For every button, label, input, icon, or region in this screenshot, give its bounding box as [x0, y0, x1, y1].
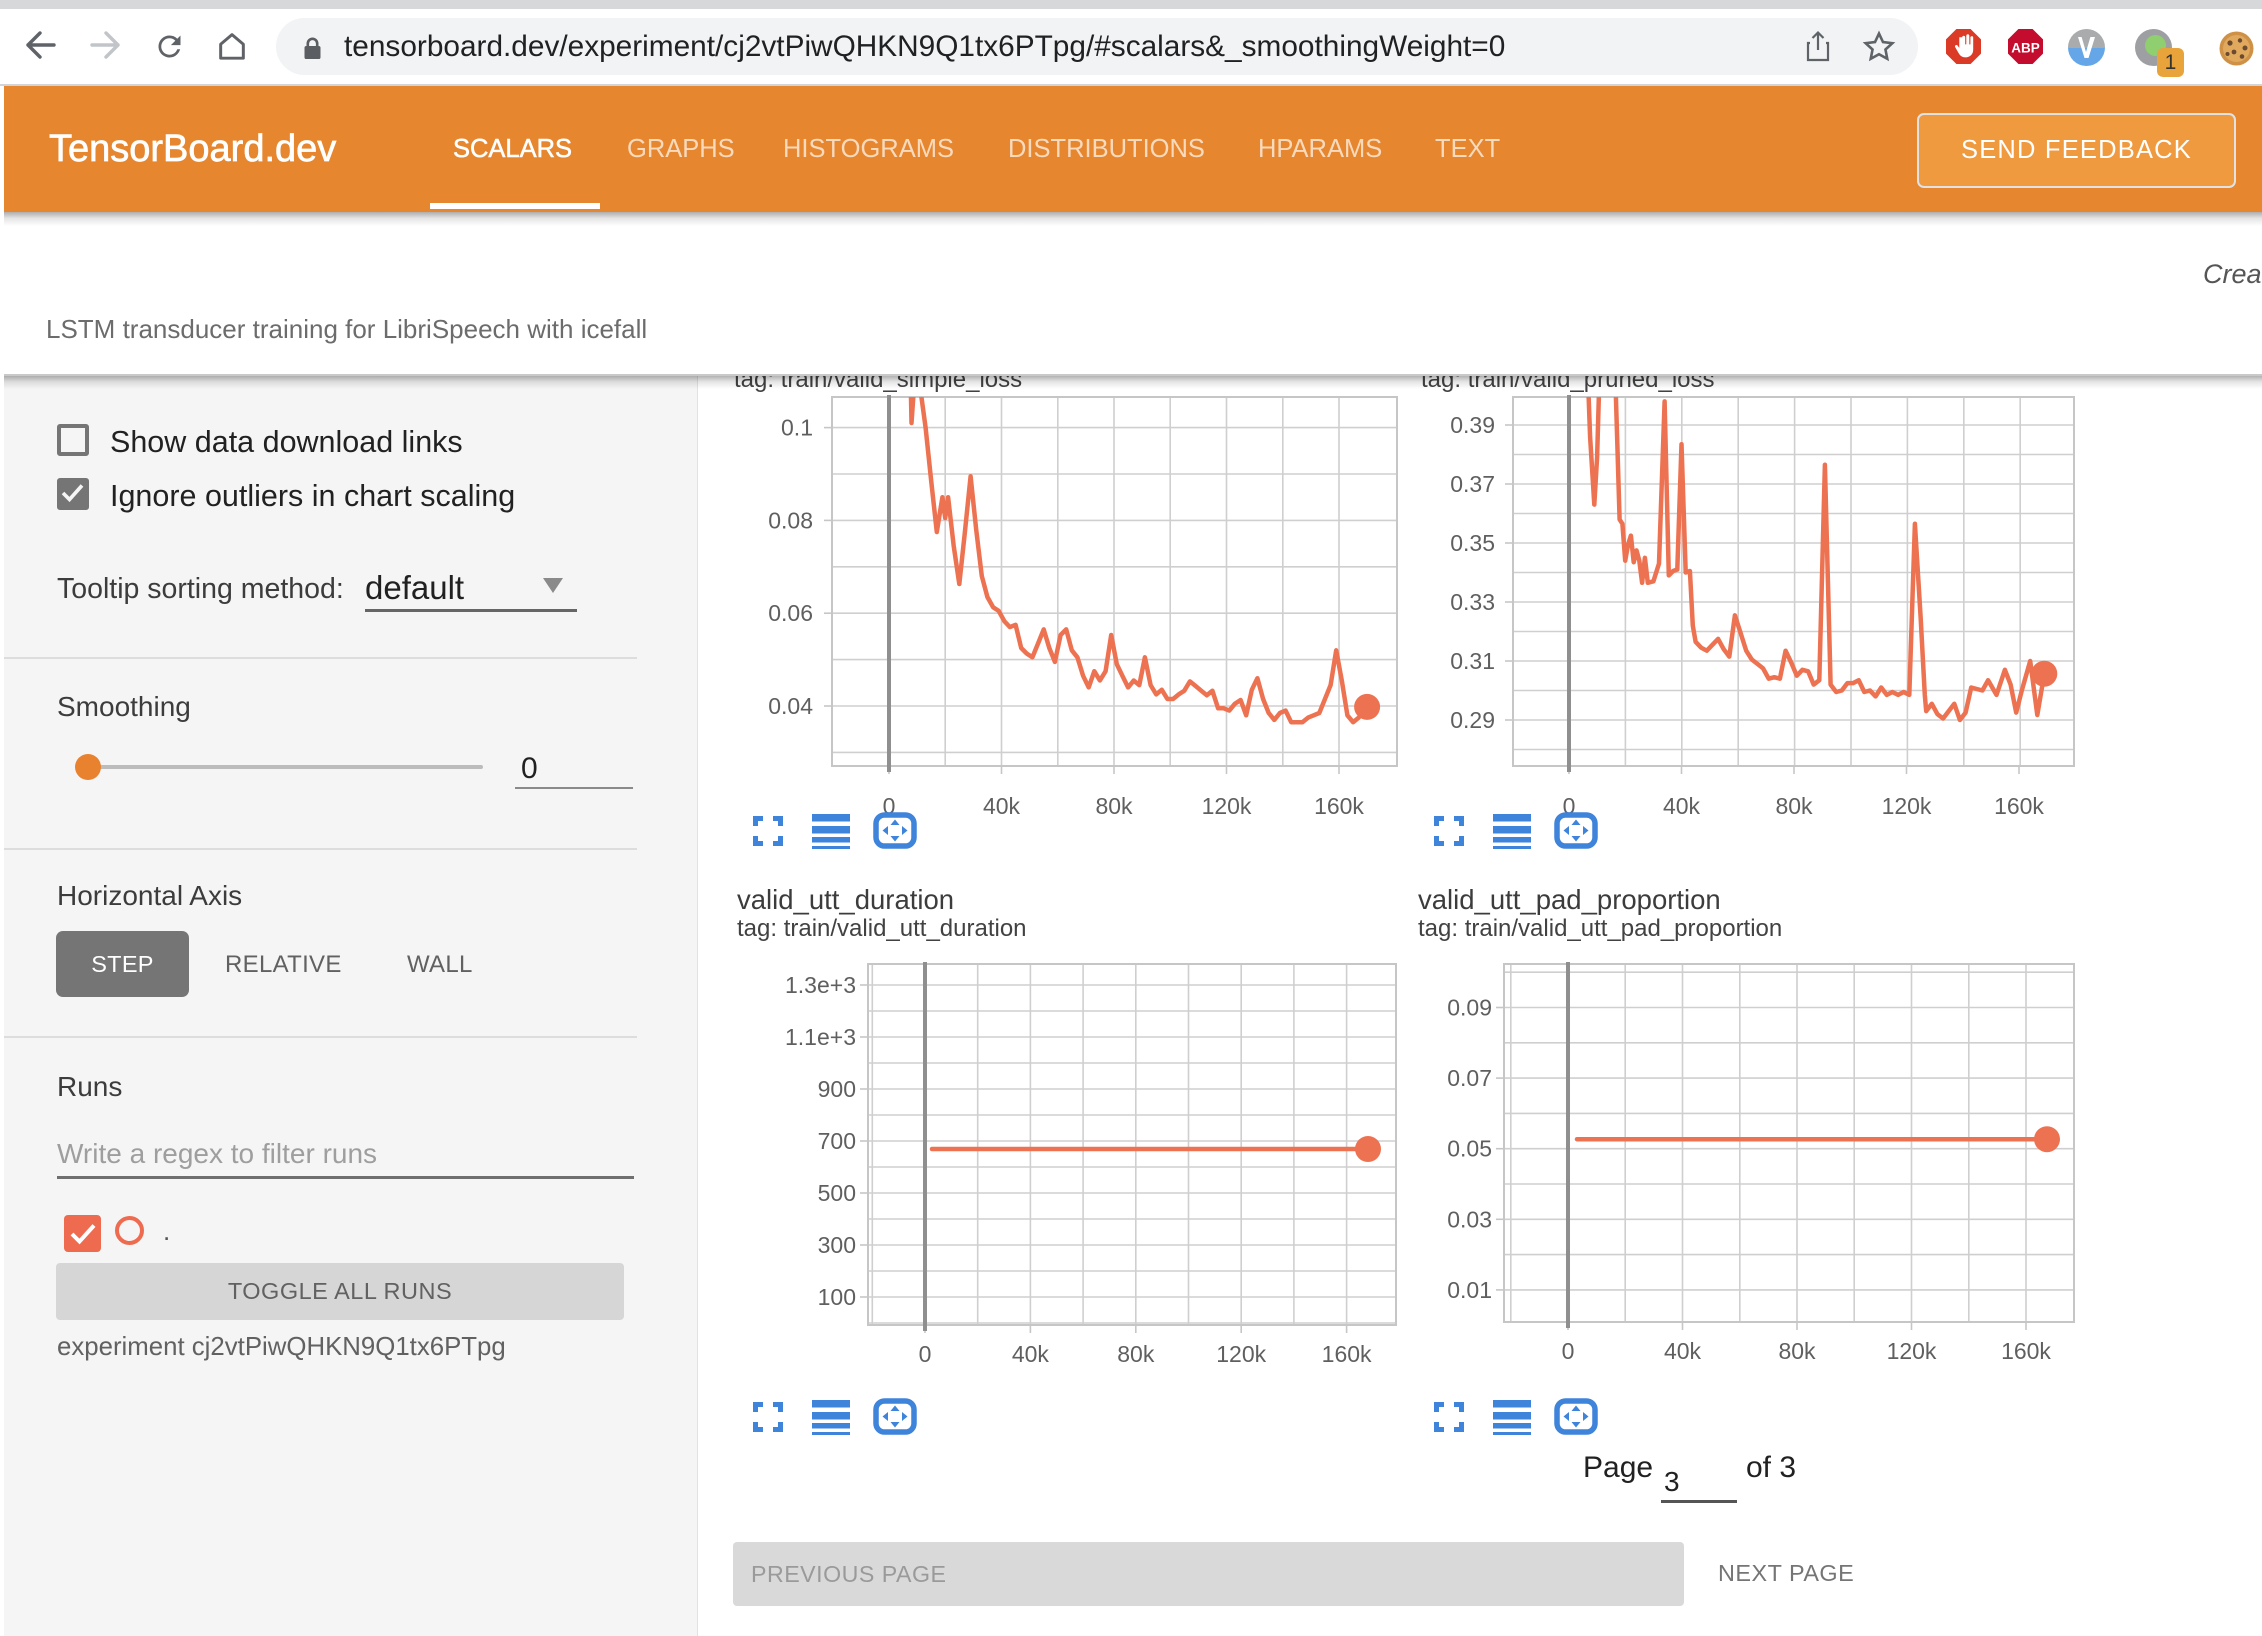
- svg-text:0.39: 0.39: [1450, 412, 1495, 438]
- svg-text:160k: 160k: [2001, 1338, 2051, 1364]
- svg-text:700: 700: [818, 1128, 856, 1154]
- svg-text:120k: 120k: [1882, 793, 1932, 819]
- svg-text:900: 900: [818, 1076, 856, 1102]
- svg-text:0: 0: [919, 1341, 932, 1367]
- svg-text:0.04: 0.04: [768, 693, 813, 719]
- svg-text:0.05: 0.05: [1447, 1136, 1492, 1162]
- svg-text:80k: 80k: [1775, 793, 1813, 819]
- svg-text:40k: 40k: [983, 793, 1021, 819]
- svg-text:100: 100: [818, 1284, 856, 1310]
- svg-text:1.3e+3: 1.3e+3: [785, 972, 856, 998]
- svg-text:160k: 160k: [1322, 1341, 1372, 1367]
- svg-text:80k: 80k: [1095, 793, 1133, 819]
- svg-text:0.06: 0.06: [768, 600, 813, 626]
- svg-text:0.29: 0.29: [1450, 707, 1495, 733]
- svg-text:80k: 80k: [1117, 1341, 1155, 1367]
- svg-text:0.07: 0.07: [1447, 1065, 1492, 1091]
- svg-text:0.1: 0.1: [781, 415, 813, 441]
- svg-text:160k: 160k: [1314, 793, 1364, 819]
- svg-text:1.1e+3: 1.1e+3: [785, 1024, 856, 1050]
- svg-text:80k: 80k: [1778, 1338, 1816, 1364]
- svg-text:0.08: 0.08: [768, 507, 813, 533]
- svg-text:0.09: 0.09: [1447, 995, 1492, 1021]
- svg-text:120k: 120k: [1216, 1341, 1266, 1367]
- svg-text:0.37: 0.37: [1450, 471, 1495, 497]
- svg-text:40k: 40k: [1664, 1338, 1702, 1364]
- svg-text:500: 500: [818, 1180, 856, 1206]
- svg-text:300: 300: [818, 1232, 856, 1258]
- svg-text:0.31: 0.31: [1450, 648, 1495, 674]
- svg-text:ABP: ABP: [2011, 41, 2040, 56]
- svg-text:0.33: 0.33: [1450, 589, 1495, 615]
- svg-text:0.03: 0.03: [1447, 1206, 1492, 1232]
- svg-text:0: 0: [1562, 1338, 1575, 1364]
- svg-text:120k: 120k: [1202, 793, 1252, 819]
- svg-text:160k: 160k: [1994, 793, 2044, 819]
- svg-text:0.35: 0.35: [1450, 530, 1495, 556]
- svg-text:40k: 40k: [1663, 793, 1701, 819]
- svg-text:120k: 120k: [1887, 1338, 1937, 1364]
- svg-text:0.01: 0.01: [1447, 1277, 1492, 1303]
- svg-text:40k: 40k: [1012, 1341, 1050, 1367]
